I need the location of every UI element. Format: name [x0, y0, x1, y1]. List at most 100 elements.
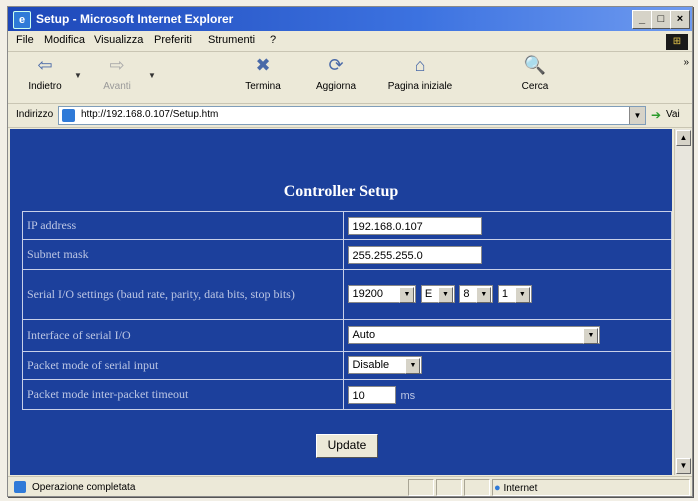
table-row: Interface of serial I/O Auto ▼	[21, 319, 672, 352]
table-row: Packet mode of serial input Disable ▼	[21, 351, 672, 380]
status-pane	[464, 479, 490, 496]
packet-mode-cell: Disable ▼	[343, 351, 672, 380]
back-dropdown-icon: ▼	[74, 71, 82, 80]
table-row: IP address 192.168.0.107	[21, 211, 672, 240]
setup-form: IP address 192.168.0.107 Subnet mask 255…	[21, 211, 672, 410]
serial-interface-select[interactable]: Auto ▼	[348, 326, 601, 345]
parity-select[interactable]: E ▼	[420, 285, 455, 304]
vertical-scrollbar[interactable]: ▲ ▼	[674, 129, 691, 475]
page-icon	[62, 109, 75, 122]
chevron-down-icon: ▼	[583, 328, 599, 345]
serial-interface-cell: Auto ▼	[343, 319, 672, 352]
chevron-down-icon: ▼	[405, 358, 421, 375]
menu-bar: File Modifica Visualizza Preferiti Strum…	[8, 31, 692, 52]
stop-bits-value: 1	[501, 288, 508, 301]
forward-arrow-icon: ⇨	[109, 55, 125, 75]
address-bar: Indirizzo http://192.168.0.107/Setup.htm…	[8, 104, 692, 128]
status-pane	[408, 479, 434, 496]
chevron-down-icon: ▼	[437, 287, 453, 304]
status-pane	[436, 479, 462, 496]
address-input[interactable]: http://192.168.0.107/Setup.htm ▼	[58, 106, 646, 125]
toolbar: ⇦ Indietro ▼ ⇨ Avanti ▼ ✖ Termina ⟳ Aggi…	[8, 51, 692, 104]
status-bar: Operazione completata ● Internet	[8, 476, 692, 496]
home-icon: ⌂	[414, 55, 426, 75]
maximize-button[interactable]: □	[651, 10, 671, 29]
scroll-down-icon[interactable]: ▼	[676, 458, 691, 474]
packet-timeout-label: Packet mode inter-packet timeout	[21, 379, 345, 410]
forward-button[interactable]: ⇨ Avanti	[92, 53, 142, 99]
page-done-icon	[14, 481, 26, 493]
subnet-mask-input[interactable]: 255.255.255.0	[348, 245, 483, 264]
minimize-button[interactable]: _	[632, 10, 652, 29]
menu-help[interactable]: ?	[270, 34, 276, 46]
home-button[interactable]: ⌂ Pagina iniziale	[380, 53, 460, 99]
table-row: Serial I/O settings (baud rate, parity, …	[21, 269, 672, 320]
scroll-up-icon[interactable]: ▲	[676, 130, 691, 146]
forward-label: Avanti	[103, 81, 131, 92]
menu-preferiti[interactable]: Preferiti	[154, 34, 192, 46]
chevron-down-icon: ▼	[476, 287, 492, 304]
close-button[interactable]: ×	[670, 10, 690, 29]
forward-dropdown-icon: ▼	[148, 71, 156, 80]
serial-interface-label: Interface of serial I/O	[21, 319, 345, 352]
menu-modifica[interactable]: Modifica	[44, 34, 85, 46]
table-row: Packet mode inter-packet timeout 10 ms	[21, 379, 672, 410]
zone-label: Internet	[503, 483, 538, 494]
serial-settings-label: Serial I/O settings (baud rate, parity, …	[21, 269, 345, 320]
go-button[interactable]: Vai	[666, 109, 680, 120]
windows-logo-icon: ⊞	[666, 34, 688, 50]
refresh-label: Aggiorna	[315, 81, 357, 92]
parity-value: E	[424, 288, 433, 301]
stop-label: Termina	[245, 81, 281, 92]
internet-zone: ● Internet	[494, 482, 537, 494]
chevron-down-icon: ▼	[399, 287, 415, 304]
baud-rate-value: 19200	[352, 288, 384, 301]
ip-address-input[interactable]: 192.168.0.107	[348, 216, 483, 235]
address-dropdown-icon[interactable]: ▼	[629, 107, 645, 124]
back-button[interactable]: ⇦ Indietro	[20, 53, 70, 99]
ip-address-label: IP address	[21, 211, 345, 240]
data-bits-value: 8	[463, 288, 470, 301]
search-button[interactable]: 🔍 Cerca	[510, 53, 560, 99]
stop-button[interactable]: ✖ Termina	[238, 53, 288, 99]
back-label: Indietro	[28, 81, 62, 92]
packet-mode-label: Packet mode of serial input	[21, 351, 345, 380]
address-url: http://192.168.0.107/Setup.htm	[81, 109, 219, 120]
forward-dropdown[interactable]: ▼	[148, 53, 156, 99]
refresh-icon: ⟳	[328, 55, 344, 75]
address-label: Indirizzo	[16, 109, 54, 120]
serial-settings-cell: 19200 ▼ E ▼ 8 ▼ 1 ▼	[343, 269, 672, 320]
data-bits-select[interactable]: 8 ▼	[459, 285, 494, 304]
page-content: Controller Setup IP address 192.168.0.10…	[10, 129, 672, 475]
search-label: Cerca	[521, 81, 549, 92]
internet-explorer-icon: e	[13, 11, 31, 29]
subnet-mask-cell: 255.255.255.0	[343, 239, 672, 270]
menu-strumenti[interactable]: Strumenti	[208, 34, 255, 46]
back-arrow-icon: ⇦	[37, 55, 53, 75]
status-text: Operazione completata	[32, 482, 136, 493]
toolbar-chevron-icon[interactable]: »	[683, 57, 689, 68]
subnet-mask-label: Subnet mask	[21, 239, 345, 270]
back-dropdown[interactable]: ▼	[74, 53, 82, 99]
serial-interface-value: Auto	[352, 329, 376, 342]
table-row: Subnet mask 255.255.255.0	[21, 239, 672, 270]
packet-timeout-input[interactable]: 10	[348, 385, 397, 404]
timeout-unit: ms	[400, 389, 416, 402]
menu-file[interactable]: File	[16, 34, 34, 46]
chevron-down-icon: ▼	[514, 287, 530, 304]
browser-window: e Setup - Microsoft Internet Explorer _ …	[7, 6, 693, 497]
packet-mode-select[interactable]: Disable ▼	[348, 356, 423, 375]
refresh-button[interactable]: ⟳ Aggiorna	[308, 53, 364, 99]
page-title: Controller Setup	[283, 183, 399, 200]
packet-mode-value: Disable	[352, 359, 390, 372]
ip-address-cell: 192.168.0.107	[343, 211, 672, 240]
update-button[interactable]: Update	[316, 434, 378, 458]
go-arrow-icon[interactable]: ➔	[651, 108, 661, 122]
stop-bits-select[interactable]: 1 ▼	[497, 285, 532, 304]
baud-rate-select[interactable]: 19200 ▼	[348, 285, 417, 304]
menu-visualizza[interactable]: Visualizza	[94, 34, 143, 46]
window-title: Setup - Microsoft Internet Explorer	[36, 12, 234, 26]
home-label: Pagina iniziale	[387, 81, 453, 92]
search-icon: 🔍	[523, 55, 547, 75]
packet-timeout-cell: 10 ms	[343, 379, 672, 410]
